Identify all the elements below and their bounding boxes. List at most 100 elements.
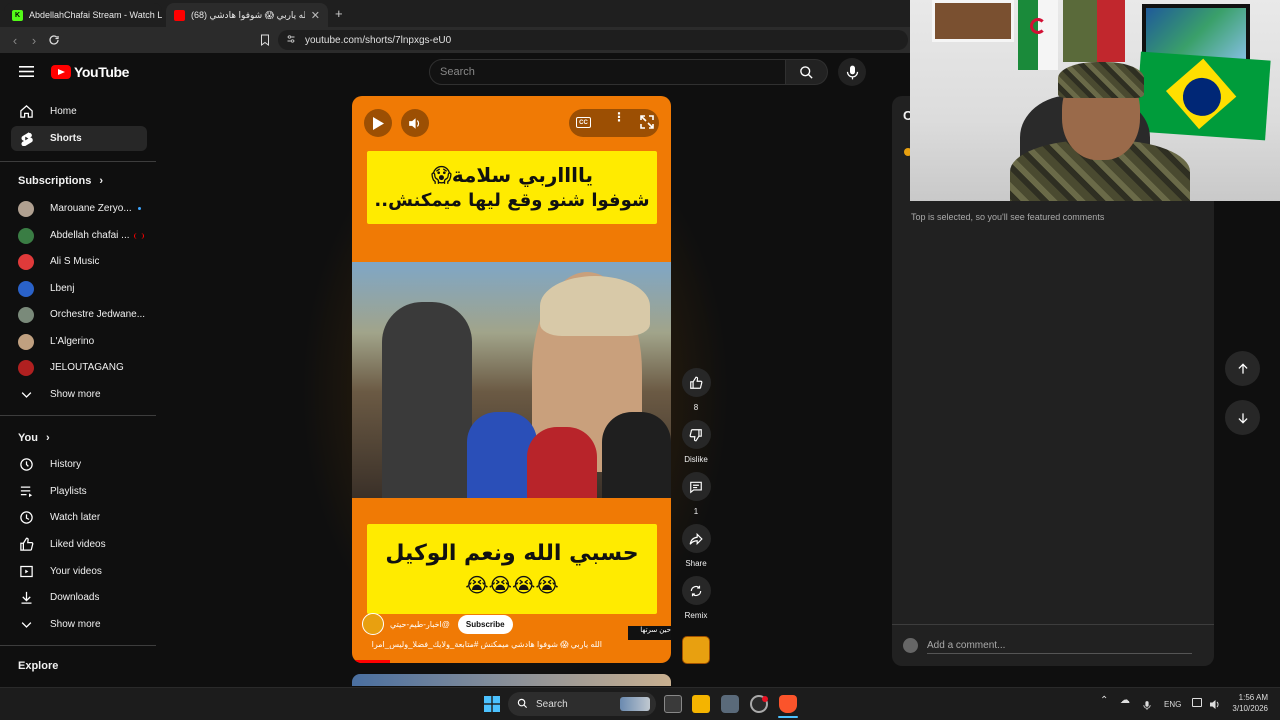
back-icon[interactable]: ‹ [6, 31, 24, 49]
site-info-icon[interactable] [286, 34, 296, 44]
video-frame [352, 262, 671, 498]
browser-tab-active[interactable]: (68) الله ياربي 😱 شوفوا هادشي .. ✕ [166, 3, 328, 27]
microphone [602, 412, 671, 498]
language-indicator[interactable]: ENG [1164, 700, 1181, 709]
channel-row: @اخبار-طيم-حيتي Subscribe [362, 613, 513, 635]
new-content-dot [137, 207, 141, 210]
previous-short-button[interactable] [1225, 351, 1260, 386]
subscription-item[interactable]: Lbenj [11, 276, 147, 301]
live-icon [133, 232, 144, 239]
url-field[interactable]: youtube.com/shorts/7lnpxgs-eU0 [278, 30, 908, 50]
channel-avatar[interactable] [362, 613, 384, 635]
subscription-item[interactable]: JELOUTAGANG [11, 355, 147, 380]
bottom-caption-banner: حسبي الله ونعم الوكيل 😭😭😭😭 [367, 524, 657, 614]
like-button[interactable]: 8 [681, 368, 711, 412]
play-button[interactable] [364, 109, 392, 137]
volume-icon[interactable] [1209, 697, 1221, 715]
overlay-label: حين سرتها [628, 626, 671, 640]
captions-icon[interactable]: CC [576, 117, 591, 128]
playlists-icon [18, 484, 34, 500]
volume-icon [409, 117, 420, 129]
sidebar-item-watch-later[interactable]: Watch later [11, 505, 147, 530]
sidebar-item-home[interactable]: Home [11, 99, 147, 124]
share-icon [681, 524, 711, 553]
explore-heading: Explore [18, 660, 59, 672]
chevron-right-icon: › [45, 432, 50, 444]
sidebar-item-history[interactable]: History [11, 452, 147, 477]
divider [892, 624, 1214, 625]
task-view-icon[interactable] [664, 695, 682, 713]
browser-tab[interactable]: K AbdellahChafai Stream - Watch Live [4, 3, 162, 27]
bystander [382, 302, 472, 498]
show-hidden-icons[interactable]: ⌃ [1100, 695, 1108, 706]
sidebar-item-liked-videos[interactable]: Liked videos [11, 532, 147, 557]
you-heading[interactable]: You › [18, 432, 50, 444]
sound-thumbnail[interactable] [682, 636, 710, 664]
progress-bar[interactable] [352, 660, 390, 663]
add-comment-field[interactable]: Add a comment... [903, 636, 1193, 654]
subscription-item[interactable]: Ali S Music [11, 249, 147, 274]
volume-button[interactable] [401, 109, 429, 137]
wall-picture [932, 0, 1014, 42]
fullscreen-icon[interactable] [640, 115, 654, 134]
dislike-button[interactable]: Dislike [681, 420, 711, 464]
subscription-item[interactable]: Abdellah chafai ... [11, 223, 147, 248]
sidebar: Home Shorts Subscriptions › Marouane Zer… [0, 91, 158, 685]
sort-note: Top is selected, so you'll see featured … [911, 212, 1105, 222]
camera-app-icon[interactable] [721, 695, 739, 713]
remix-button[interactable]: Remix [681, 576, 711, 620]
subscription-item[interactable]: L'Algerino [11, 329, 147, 354]
cloud-icon[interactable]: ☁ [1120, 695, 1130, 706]
windows-start-icon[interactable] [484, 696, 500, 712]
sidebar-item-shorts[interactable]: Shorts [11, 126, 147, 151]
share-button[interactable]: Share [681, 524, 711, 568]
close-tab-icon[interactable]: ✕ [305, 9, 320, 22]
clock[interactable]: 1:56 AM 3/10/2026 [1226, 692, 1268, 714]
forward-icon[interactable]: › [25, 31, 43, 49]
search-input[interactable]: Search [429, 59, 786, 85]
search-icon [800, 65, 813, 79]
channel-handle[interactable]: @اخبار-طيم-حيتي [390, 620, 450, 629]
top-caption-banner: يااااربي سلامة😱 شوفوا شنو وقع ليها ميمكن… [367, 151, 657, 224]
youtube-logo[interactable]: YouTube [51, 64, 129, 80]
taskbar-search[interactable]: Search [508, 692, 656, 716]
subscription-item[interactable]: Marouane Zeryo... [11, 196, 147, 221]
shorts-player[interactable]: CC ⋮ يااااربي سلامة😱 شوفوا شنو وقع ليها … [352, 96, 671, 663]
more-options-icon[interactable]: ⋮ [613, 111, 625, 123]
kick-icon: K [12, 9, 23, 21]
menu-icon[interactable] [19, 65, 35, 78]
file-explorer-icon[interactable] [692, 695, 710, 713]
subscribe-button[interactable]: Subscribe [457, 614, 513, 634]
reload-icon[interactable] [45, 31, 63, 49]
comment-underline [927, 653, 1192, 654]
chevron-down-icon [18, 617, 34, 633]
network-icon[interactable] [1192, 698, 1202, 707]
arrow-up-icon [1237, 362, 1248, 374]
sidebar-item-playlists[interactable]: Playlists [11, 479, 147, 504]
crescent [1030, 18, 1046, 34]
divider [0, 645, 156, 646]
subscriptions-heading[interactable]: Subscriptions › [18, 175, 103, 187]
bookmark-icon[interactable] [256, 31, 274, 49]
next-short-button[interactable] [1225, 400, 1260, 435]
new-tab-button[interactable]: + [335, 6, 343, 21]
user-avatar [903, 637, 918, 653]
show-more-subscriptions[interactable]: Show more [11, 382, 147, 407]
mic-icon [846, 65, 858, 79]
mic-icon[interactable] [1143, 698, 1151, 716]
active-app-indicator [778, 716, 798, 718]
camo-cap [1058, 62, 1144, 98]
next-short-preview[interactable] [352, 674, 671, 686]
sidebar-item-your-videos[interactable]: Your videos [11, 559, 147, 584]
search-button[interactable] [786, 59, 828, 85]
subscription-item[interactable]: Orchestre Jedwane... [11, 302, 147, 327]
sidebar-item-downloads[interactable]: Downloads [11, 585, 147, 610]
webcam-overlay [910, 0, 1280, 201]
short-title[interactable]: الله ياربي 😱 شوفوا هادشي ميمكنش #متابعة_… [362, 640, 602, 649]
brave-browser-icon[interactable] [779, 695, 797, 713]
download-icon [18, 590, 34, 606]
headscarf [540, 276, 650, 336]
show-more-you[interactable]: Show more [11, 612, 147, 637]
voice-search-button[interactable] [838, 58, 866, 86]
comments-button[interactable]: 1 [681, 472, 711, 516]
